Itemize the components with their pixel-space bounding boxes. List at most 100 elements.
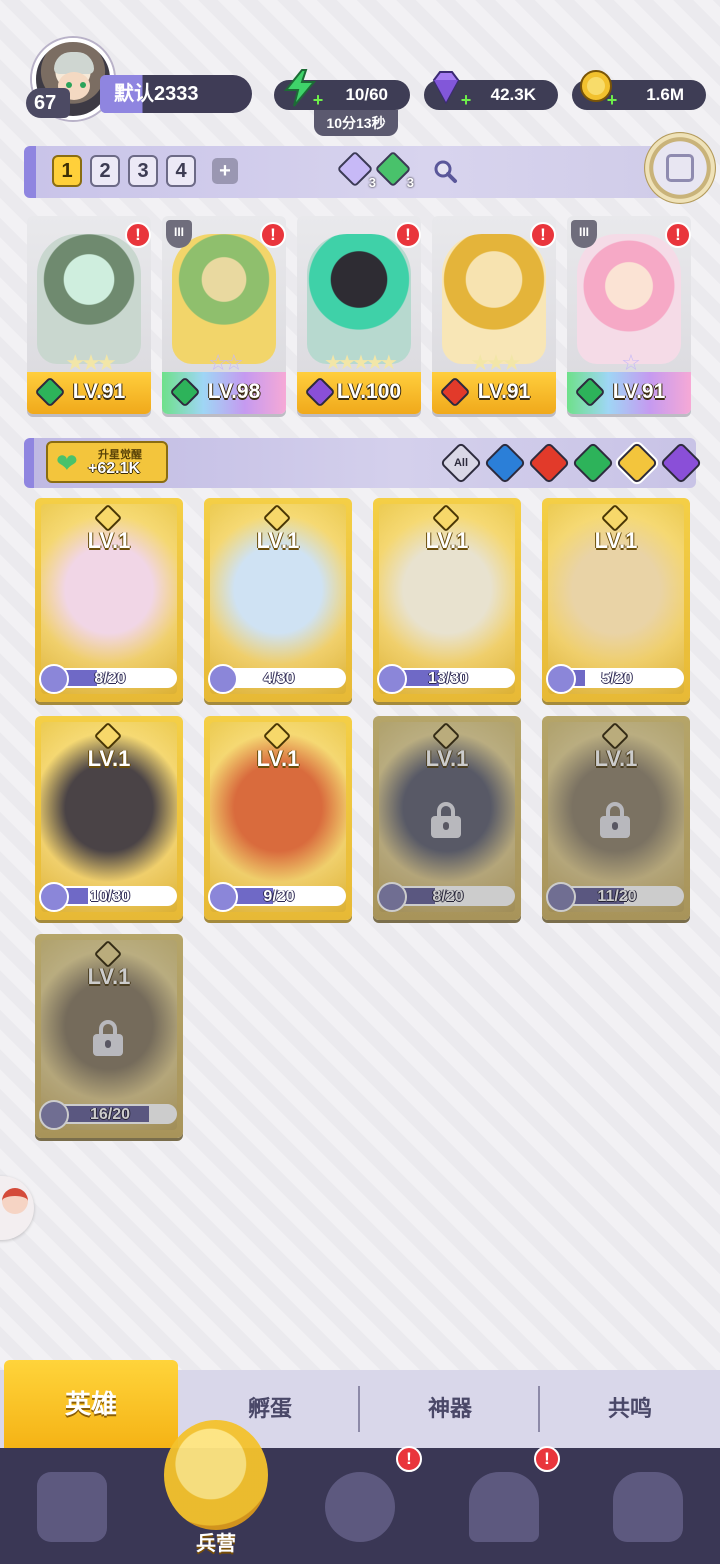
alert-icon: ! [530,222,556,248]
filter-dark-icon[interactable] [659,441,703,485]
roster-hero-card[interactable]: LV.1 8/20 [373,716,521,920]
star-awaken-button[interactable]: ❤ 升星觉醒 +62.1K [46,441,168,483]
hero-shard-icon [377,882,407,912]
nav-quests[interactable]: ! [288,1446,432,1564]
hero-level: LV.98 [207,380,261,403]
roster-hero-card[interactable]: LV.1 8/20 [35,498,183,702]
hero-level: LV.91 [612,380,666,403]
nav-cards[interactable] [0,1448,144,1564]
filter-fire-icon[interactable] [527,441,571,485]
hero-portrait [307,234,411,364]
hero-level: LV.1 [425,746,469,771]
hero-shard-icon [208,882,238,912]
hero-shard-icon [546,882,576,912]
shop-building-icon [469,1472,539,1542]
nav-guild[interactable] [576,1448,720,1564]
add-energy-icon[interactable]: + [310,91,326,109]
hero-level-bar: LV.91 [432,372,556,414]
nav-barracks[interactable]: 兵营 [144,1420,288,1564]
tab-heroes[interactable]: 英雄 [4,1360,178,1448]
add-team-button[interactable]: + [212,158,238,184]
add-gold-icon[interactable]: + [604,91,620,109]
roster-hero-card[interactable]: LV.1 10/30 [35,716,183,920]
roster-hero-card[interactable]: LV.1 5/20 [542,498,690,702]
team-hero-card[interactable]: ! ★★★ LV.91 [27,216,151,414]
filter-all-label: All [453,457,469,469]
hero-level: LV.1 [425,528,469,553]
hero-level-bar: LV.91 [567,372,691,414]
team-hero-card[interactable]: III ! ☆☆ LV.98 [162,216,286,414]
green-gem-count: 3 [406,175,414,190]
hero-level: LV.100 [336,380,402,403]
sub-tab-bar: 英雄 孵蛋 神器 共鸣 [0,1360,720,1448]
hero-shard-icon [39,664,69,694]
hero-level: LV.91 [477,380,531,403]
roster-hero-card[interactable]: LV.1 13/30 [373,498,521,702]
energy-timer: 10分13秒 [314,110,398,136]
hero-shard-icon [39,882,69,912]
team-tab-1[interactable]: 1 [52,155,82,187]
add-gems-icon[interactable]: + [458,91,474,109]
roster-hero-card[interactable]: LV.1 4/30 [204,498,352,702]
hero-level-bar: LV.98 [162,372,286,414]
roster-hero-card[interactable]: LV.1 9/20 [204,716,352,920]
roster-hero-card[interactable]: LV.1 11/20 [542,716,690,920]
green-gem-chip[interactable]: 3 [374,150,414,190]
purple-gem-chip[interactable]: 3 [336,150,376,190]
tab-artifacts[interactable]: 神器 [360,1370,540,1448]
filter-light-icon[interactable] [615,441,659,485]
gem-value: 42.3K [490,85,536,104]
nav-barracks-label: 兵营 [196,1533,236,1555]
hero-portrait [577,234,681,364]
hero-level: LV.1 [256,528,300,553]
team-hero-card[interactable]: ! ★★★ LV.91 [432,216,556,414]
lock-icon [93,1020,123,1056]
hero-level-bar: LV.100 [297,372,421,414]
hero-shard-icon [208,664,238,694]
lock-icon [600,802,630,838]
lock-icon [431,802,461,838]
filter-water-icon[interactable] [483,441,527,485]
player-name[interactable]: 默认2333 [100,75,252,113]
team-selector: 1 2 3 4 + 3 3 [24,132,716,204]
hero-level: LV.1 [594,528,638,553]
hero-level: LV.1 [256,746,300,771]
team-tab-3[interactable]: 3 [128,155,158,187]
hero-portrait [172,234,276,364]
alert-icon: ! [125,222,151,248]
player-level: 67 [26,88,70,118]
roster-hero-card[interactable]: LV.1 16/20 [35,934,183,1138]
tab-resonance[interactable]: 共鸣 [540,1370,720,1448]
alert-icon: ! [395,222,421,248]
nav-shop[interactable]: ! [432,1446,576,1564]
alert-icon: ! [534,1446,560,1472]
alert-icon: ! [260,222,286,248]
team-tab-2[interactable]: 2 [90,155,120,187]
share-button[interactable] [644,132,716,204]
avatar-eye [80,82,86,88]
alert-icon: ! [665,222,691,248]
hero-shard-icon [39,1100,69,1130]
share-icon [666,154,694,182]
hero-portrait [37,234,141,364]
heart-icon: ❤ [56,448,78,478]
search-icon[interactable] [432,158,458,184]
team-tab-4[interactable]: 4 [166,155,196,187]
quest-book-icon [325,1472,395,1542]
team-hero-card[interactable]: ! ★★★★★ LV.100 [297,216,421,414]
filter-bar: ❤ 升星觉醒 +62.1K All [24,438,703,488]
hero-level-bar: LV.91 [27,372,151,414]
filter-nature-icon[interactable] [571,441,615,485]
filter-all[interactable]: All [439,441,483,485]
pet-avatar-icon [2,1188,28,1214]
alert-icon: ! [396,1446,422,1472]
awaken-value: +62.1K [88,460,141,477]
hero-level: LV.1 [594,746,638,771]
hero-portrait [442,234,546,364]
team-hero-card[interactable]: III ! ☆ LV.91 [567,216,691,414]
mushroom-house-icon [613,1472,683,1542]
hero-level: LV.1 [87,964,131,989]
bottom-nav: 兵营 ! ! [0,1420,720,1564]
energy-value: 10/60 [345,85,388,104]
hero-level: LV.91 [72,380,126,403]
